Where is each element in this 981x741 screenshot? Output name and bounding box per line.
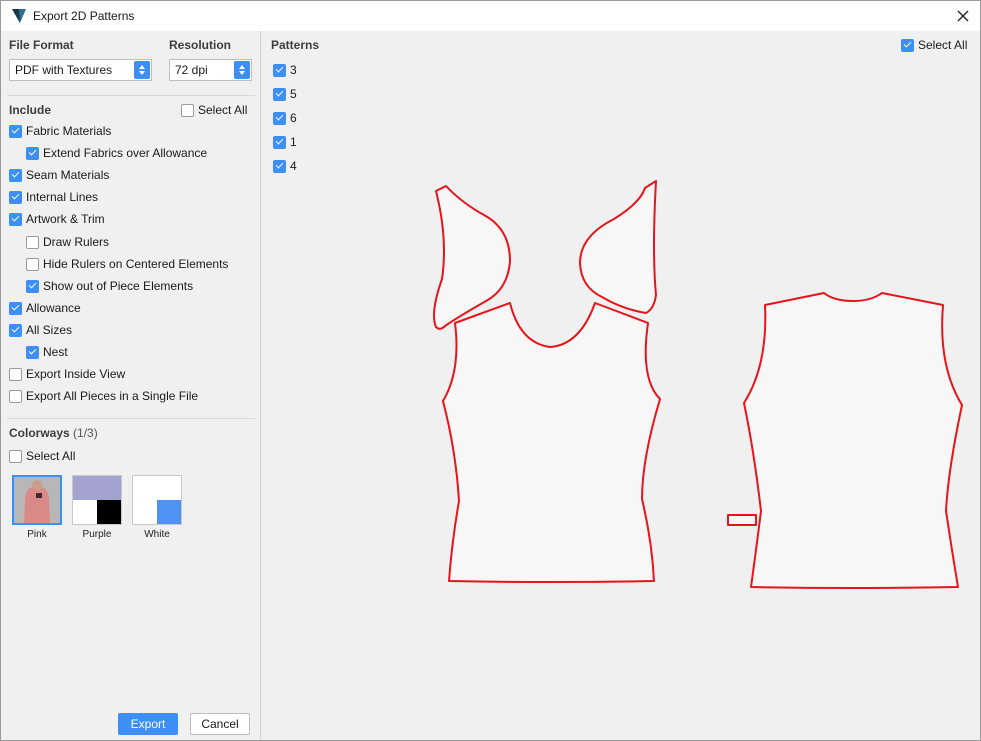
cancel-button[interactable]: Cancel bbox=[190, 713, 250, 735]
artwork-trim-checkbox[interactable] bbox=[9, 212, 22, 226]
include-select-all-label: Select All bbox=[198, 103, 248, 117]
internal-lines-checkbox[interactable] bbox=[9, 190, 22, 204]
all-sizes-label: All Sizes bbox=[26, 323, 73, 337]
option-internal-lines[interactable]: Internal Lines bbox=[9, 189, 98, 205]
sleeve-piece-right[interactable] bbox=[579, 180, 657, 314]
option-show-out-of-piece[interactable]: Show out of Piece Elements bbox=[26, 278, 193, 294]
all-sizes-checkbox[interactable] bbox=[9, 323, 22, 337]
colorways-count: (1/3) bbox=[73, 426, 98, 440]
draw-rulers-checkbox[interactable] bbox=[26, 235, 39, 249]
option-draw-rulers[interactable]: Draw Rulers bbox=[26, 234, 109, 250]
fabric-materials-label: Fabric Materials bbox=[26, 124, 112, 138]
tshirt-thumbnail-icon bbox=[14, 477, 60, 523]
include-select-all[interactable]: Select All bbox=[181, 102, 247, 118]
extend-fabrics-label: Extend Fabrics over Allowance bbox=[43, 146, 208, 160]
patterns-panel: Patterns Select All 3 5 6 1 4 bbox=[262, 31, 980, 740]
divider bbox=[7, 95, 255, 96]
internal-lines-label: Internal Lines bbox=[26, 190, 99, 204]
extend-fabrics-checkbox[interactable] bbox=[26, 146, 39, 160]
option-hide-rulers[interactable]: Hide Rulers on Centered Elements bbox=[26, 256, 228, 272]
option-all-sizes[interactable]: All Sizes bbox=[9, 322, 72, 338]
nest-checkbox[interactable] bbox=[26, 345, 39, 359]
option-export-inside-view[interactable]: Export Inside View bbox=[9, 366, 125, 382]
colorway-name-pink: Pink bbox=[27, 529, 47, 540]
draw-rulers-label: Draw Rulers bbox=[43, 235, 110, 249]
option-artwork-trim[interactable]: Artwork & Trim bbox=[9, 211, 105, 227]
artwork-trim-label: Artwork & Trim bbox=[26, 212, 105, 226]
colorway-name-white: White bbox=[144, 529, 170, 540]
option-nest[interactable]: Nest bbox=[26, 344, 68, 360]
seam-materials-label: Seam Materials bbox=[26, 168, 110, 182]
file-format-spinner-icon[interactable] bbox=[134, 61, 150, 79]
back-body-piece[interactable] bbox=[743, 292, 963, 589]
single-file-checkbox[interactable] bbox=[9, 389, 22, 403]
show-out-of-piece-label: Show out of Piece Elements bbox=[43, 279, 194, 293]
resolution-label: Resolution bbox=[169, 38, 231, 52]
title-bar: Export 2D Patterns bbox=[1, 1, 980, 31]
option-single-file[interactable]: Export All Pieces in a Single File bbox=[9, 388, 198, 404]
include-select-all-checkbox[interactable] bbox=[181, 103, 194, 117]
close-icon bbox=[957, 10, 969, 22]
pattern-preview bbox=[433, 180, 963, 589]
resolution-select[interactable]: 72 dpi bbox=[169, 59, 252, 81]
allowance-checkbox[interactable] bbox=[9, 301, 22, 315]
colorways-label: Colorways bbox=[9, 426, 70, 440]
option-extend-fabrics[interactable]: Extend Fabrics over Allowance bbox=[26, 145, 207, 161]
show-out-of-piece-checkbox[interactable] bbox=[26, 279, 39, 293]
colorways-select-all-label: Select All bbox=[26, 449, 76, 463]
export-inside-view-checkbox[interactable] bbox=[9, 367, 22, 381]
colorways-heading: Colorways (1/3) bbox=[9, 426, 98, 440]
include-label: Include bbox=[9, 103, 52, 117]
hide-rulers-label: Hide Rulers on Centered Elements bbox=[43, 257, 229, 271]
option-allowance[interactable]: Allowance bbox=[9, 300, 81, 316]
app-logo-icon bbox=[12, 9, 26, 23]
resolution-value: 72 dpi bbox=[175, 63, 208, 77]
option-fabric-materials[interactable]: Fabric Materials bbox=[9, 123, 111, 139]
resolution-spinner-icon[interactable] bbox=[234, 61, 250, 79]
colorway-swatch-purple[interactable] bbox=[72, 475, 122, 525]
export-button[interactable]: Export bbox=[118, 713, 178, 735]
seam-materials-checkbox[interactable] bbox=[9, 168, 22, 182]
file-format-select[interactable]: PDF with Textures bbox=[9, 59, 152, 81]
collar-piece[interactable] bbox=[727, 514, 757, 526]
window-title: Export 2D Patterns bbox=[33, 9, 135, 23]
fabric-materials-checkbox[interactable] bbox=[9, 124, 22, 138]
front-body-piece[interactable] bbox=[442, 302, 661, 583]
colorway-swatch-white[interactable] bbox=[132, 475, 182, 525]
option-seam-materials[interactable]: Seam Materials bbox=[9, 167, 109, 183]
single-file-label: Export All Pieces in a Single File bbox=[26, 389, 199, 403]
settings-panel: File Format Resolution PDF with Textures… bbox=[1, 31, 261, 740]
export-dialog: Export 2D Patterns File Format Resolutio… bbox=[0, 0, 981, 741]
file-format-value: PDF with Textures bbox=[15, 63, 113, 77]
blue-color-block bbox=[157, 500, 181, 524]
colorways-select-all[interactable]: Select All bbox=[9, 448, 75, 464]
close-button[interactable] bbox=[954, 7, 972, 25]
colorway-swatch-pink[interactable] bbox=[12, 475, 62, 525]
allowance-label: Allowance bbox=[26, 301, 81, 315]
nest-label: Nest bbox=[43, 345, 68, 359]
export-inside-view-label: Export Inside View bbox=[26, 367, 126, 381]
white-color-block bbox=[73, 500, 97, 524]
purple-color-block bbox=[73, 476, 121, 500]
colorways-select-all-checkbox[interactable] bbox=[9, 449, 22, 463]
hide-rulers-checkbox[interactable] bbox=[26, 257, 39, 271]
file-format-label: File Format bbox=[9, 38, 74, 52]
divider bbox=[7, 418, 255, 419]
black-color-block bbox=[97, 500, 121, 524]
colorway-name-purple: Purple bbox=[82, 529, 112, 540]
